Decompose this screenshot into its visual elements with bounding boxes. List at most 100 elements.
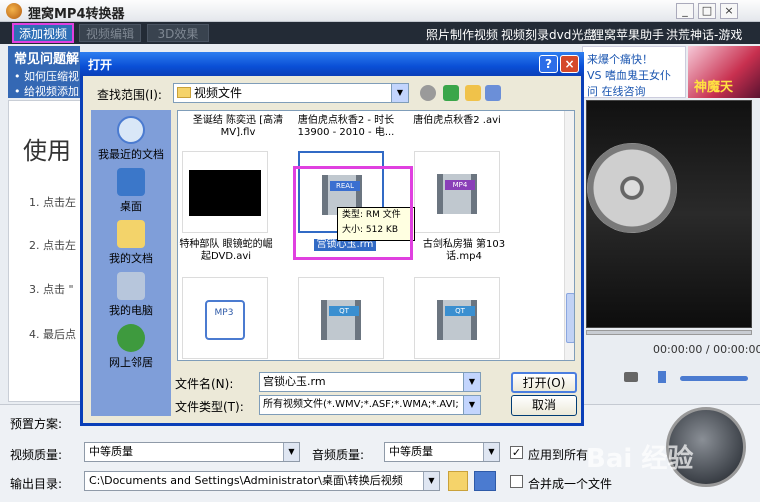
apply-all-label: 应用到所有 xyxy=(528,448,589,462)
close-button[interactable]: × xyxy=(720,3,738,19)
guide-panel: 使用 1. 点击左 2. 点击左 3. 点击 " 4. 最后点 xyxy=(8,100,88,402)
chevron-down-icon: ▼ xyxy=(423,472,439,490)
edit-video-button[interactable]: 视频编辑 xyxy=(79,24,141,42)
ad-line[interactable]: VS 嗜血鬼王女仆 xyxy=(587,67,671,83)
volume-icon[interactable] xyxy=(658,371,672,383)
place-network[interactable]: 网上邻居 xyxy=(91,324,171,376)
link-game[interactable]: 洪荒神话-游戏 xyxy=(666,26,742,43)
mp3-file-icon: MP3 xyxy=(205,300,245,340)
apply-all-checkbox[interactable]: ✓ xyxy=(510,446,523,459)
merge-checkbox[interactable] xyxy=(510,475,523,488)
new-folder-icon[interactable] xyxy=(465,85,481,101)
video-quality-select[interactable]: 中等质量 ▼ xyxy=(84,442,300,462)
chevron-down-icon: ▼ xyxy=(483,443,499,461)
app-title: 狸窝MP4转换器 xyxy=(28,7,125,22)
file-name[interactable]: 圣诞结 陈奕迅 [高清 MV].flv xyxy=(182,115,294,139)
output-dir-label: 输出目录: xyxy=(10,477,63,491)
ad-panel[interactable]: 来爆个痛快！ VS 嗜血鬼王女仆 问 在线咨询 xyxy=(582,46,686,98)
audio-quality-select[interactable]: 中等质量 ▼ xyxy=(384,442,500,462)
place-desktop[interactable]: 桌面 xyxy=(91,168,171,220)
guide-step: 3. 点击 " xyxy=(29,283,74,296)
file-thumbnail[interactable] xyxy=(182,151,268,233)
faq-link[interactable]: • 如何压缩视 xyxy=(14,68,80,84)
ad-line[interactable]: 来爆个痛快！ xyxy=(587,51,653,67)
open-file-dialog: 打开 ? × 查找范围(I): 视频文件 ▼ 我最近的文档 桌面 我的文档 我的… xyxy=(80,52,584,426)
time-readout: 00:00:00 / 00:00:00 xyxy=(653,343,760,356)
open-button[interactable]: 打开(O) xyxy=(511,372,577,393)
watermark-text: Bai 经验 xyxy=(586,444,694,474)
mp4-film-icon: MP4 xyxy=(437,174,477,214)
file-name[interactable]: 唐伯虎点秋香2 .avi xyxy=(402,115,512,127)
lookin-label: 查找范围(I): xyxy=(97,88,162,102)
scroll-thumb[interactable] xyxy=(566,293,574,343)
help-button[interactable]: ? xyxy=(539,55,558,73)
place-recent[interactable]: 我最近的文档 xyxy=(91,116,171,168)
file-name[interactable]: 唐伯虎点秋香2 - 时长 13900 - 2010 - 电... xyxy=(288,115,404,139)
main-window: 狸窝MP4转换器 _ □ × 添加视频 视频编辑 3D效果 照片制作视频 视频刻… xyxy=(0,0,760,502)
main-toolbar: 添加视频 视频编辑 3D效果 照片制作视频 视频刻录dvd光盘 狸窝苹果助手 洪… xyxy=(0,22,760,44)
file-thumbnail[interactable]: MP3 xyxy=(182,277,268,359)
minimize-button[interactable]: _ xyxy=(676,3,694,19)
video-quality-label: 视频质量: xyxy=(10,448,63,462)
3d-effect-button[interactable]: 3D效果 xyxy=(147,24,209,42)
scrollbar[interactable] xyxy=(564,111,574,360)
file-name[interactable]: 特种部队 眼镜蛇的崛起DVD.avi xyxy=(178,239,274,263)
link-dvd-burn[interactable]: 视频刻录dvd光盘 xyxy=(501,26,595,43)
filetype-select[interactable]: 所有视频文件(*.WMV;*.ASF;*.WMA;*.AVI; ▼ xyxy=(259,395,481,415)
annotation-highlight xyxy=(293,166,413,260)
guide-title: 使用 xyxy=(23,137,71,165)
file-thumbnail[interactable]: MP4 xyxy=(414,151,500,233)
filename-input[interactable]: 宫锁心玉.rm ▼ xyxy=(259,372,481,392)
dialog-title-bar: 打开 ? × xyxy=(80,52,584,76)
dialog-close-button[interactable]: × xyxy=(560,55,579,73)
view-menu-icon[interactable] xyxy=(485,85,501,101)
cancel-button[interactable]: 取消 xyxy=(511,395,577,416)
volume-slider[interactable] xyxy=(680,376,748,381)
chevron-down-icon: ▼ xyxy=(283,443,299,461)
video-preview xyxy=(586,100,752,328)
guide-step: 2. 点击左 xyxy=(29,239,76,252)
places-bar: 我最近的文档 桌面 我的文档 我的电脑 网上邻居 xyxy=(91,110,171,416)
online-consult-link[interactable]: 问 在线咨询 xyxy=(587,83,646,99)
file-name[interactable]: 古剑私房猫 第103话.mp4 xyxy=(414,239,514,263)
filename-label: 文件名(N): xyxy=(175,377,234,391)
open-folder-icon[interactable] xyxy=(474,471,496,491)
chevron-down-icon: ▼ xyxy=(463,396,480,414)
back-icon[interactable] xyxy=(420,85,436,101)
up-folder-icon[interactable] xyxy=(443,85,459,101)
file-thumbnail[interactable]: QT xyxy=(414,277,500,359)
my-documents-icon xyxy=(117,220,145,248)
merge-label: 合并成一个文件 xyxy=(528,477,613,491)
filetype-label: 文件类型(T): xyxy=(175,400,244,414)
guide-step: 4. 最后点 xyxy=(29,328,76,341)
maximize-button[interactable]: □ xyxy=(698,3,716,19)
faq-link[interactable]: • 给视频添加 xyxy=(14,83,80,99)
qt-film-icon: QT xyxy=(437,300,477,340)
seek-bar[interactable] xyxy=(586,330,752,335)
game-banner[interactable]: 神魔天 xyxy=(688,46,760,98)
game-banner-text: 神魔天 xyxy=(694,80,734,95)
faq-title: 常见问题解 xyxy=(14,52,80,67)
folder-icon xyxy=(177,87,191,98)
my-computer-icon xyxy=(117,272,145,300)
recent-docs-icon xyxy=(117,116,145,144)
lookin-select[interactable]: 视频文件 ▼ xyxy=(173,83,409,103)
output-dir-select[interactable]: C:\Documents and Settings\Administrator\… xyxy=(84,471,440,491)
place-my-computer[interactable]: 我的电脑 xyxy=(91,272,171,324)
faq-panel: 常见问题解 • 如何压缩视 • 给视频添加 xyxy=(8,46,80,98)
film-reel-icon xyxy=(587,143,677,233)
chevron-down-icon: ▼ xyxy=(391,84,408,102)
qt-film-icon: QT xyxy=(321,300,361,340)
link-photo-video[interactable]: 照片制作视频 xyxy=(426,26,498,43)
folder-icon[interactable] xyxy=(448,471,468,491)
audio-quality-label: 音频质量: xyxy=(312,448,365,462)
app-logo-icon xyxy=(6,3,22,19)
network-icon xyxy=(117,324,145,352)
link-apple-helper[interactable]: 狸窝苹果助手 xyxy=(592,26,664,43)
file-thumbnail[interactable]: QT xyxy=(298,277,384,359)
preset-label: 预置方案: xyxy=(10,417,63,431)
place-my-documents[interactable]: 我的文档 xyxy=(91,220,171,272)
guide-step: 1. 点击左 xyxy=(29,196,76,209)
camera-icon[interactable] xyxy=(624,372,638,382)
add-video-button[interactable]: 添加视频 xyxy=(12,23,74,43)
